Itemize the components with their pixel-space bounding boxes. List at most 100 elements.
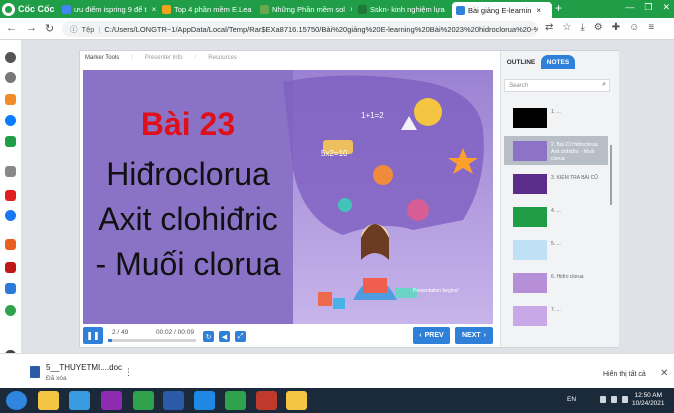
start-button-icon[interactable] (6, 391, 27, 410)
messenger-icon[interactable] (5, 115, 16, 126)
prev-button[interactable]: ‹ PREV (413, 327, 450, 344)
outline-item[interactable]: 5. ... (504, 235, 608, 264)
download-menu-icon[interactable]: ⋮ (124, 367, 133, 378)
word-taskbar-icon[interactable] (163, 391, 184, 410)
pause-button[interactable]: ❚❚ (83, 327, 103, 344)
history-icon[interactable] (5, 72, 16, 83)
menu-icon[interactable]: ≡ (648, 22, 654, 33)
news-icon[interactable] (5, 239, 16, 250)
seek-bar[interactable] (108, 339, 196, 342)
tab-1[interactable]: ưu điểm ispring 9 để t × (58, 1, 156, 17)
time-display: 00:02 / 00:09 (156, 329, 194, 336)
slide-line-1: Hiđroclorua (106, 156, 270, 192)
coccoc-taskbar-icon[interactable] (133, 391, 154, 410)
outline-item[interactable]: 6. Hiđro clorua (504, 268, 608, 297)
puzzle-icon[interactable]: ✚ (612, 22, 620, 33)
fullscreen-icon[interactable]: ⤢ (235, 331, 246, 342)
download-status: Đã xóa (46, 375, 67, 382)
youtube-icon[interactable] (5, 190, 16, 201)
address-bar: ← → ↻ ⓘ Tệp | C:/Users/LONGTR~1/AppData/… (0, 18, 674, 40)
tab-marker-tools[interactable]: Marker Tools (85, 55, 119, 61)
volume-icon[interactable]: ◀ (219, 331, 230, 342)
maximize-icon[interactable]: ❐ (644, 2, 652, 13)
outline-item[interactable]: 3. KIỂM TRA BÀI CŨ (504, 169, 608, 198)
tab-resources[interactable]: Resources (208, 55, 237, 61)
forward-arrow-icon[interactable]: → (26, 22, 37, 34)
taskbar-clock[interactable]: 12:50 AM 10/24/2021 (632, 392, 665, 408)
tab-4[interactable]: Sskn- kinh nghiệm lựa × (354, 1, 450, 17)
elearning-player: Marker Tools / Presenter Info / Resource… (79, 50, 619, 348)
minimize-icon[interactable]: — (625, 2, 634, 13)
coccoc-logo-icon (2, 2, 15, 16)
app-icon[interactable] (5, 283, 16, 294)
player-top-tabs: Marker Tools / Presenter Info / Resource… (85, 55, 237, 61)
atom-icon (338, 198, 352, 212)
close-download-bar-icon[interactable]: ✕ (660, 368, 668, 379)
bookmark-star-icon[interactable]: ☆ (562, 22, 571, 33)
book-icon (363, 278, 387, 293)
onenote-icon[interactable] (101, 391, 122, 410)
back-arrow-icon[interactable]: ← (6, 22, 17, 34)
language-indicator[interactable]: EN (567, 396, 576, 403)
tab-3[interactable]: Những Phần mềm sol × (256, 1, 352, 17)
settings-icon[interactable] (5, 52, 16, 63)
crown-icon[interactable] (5, 94, 16, 105)
network-icon[interactable] (611, 396, 617, 403)
tab-label: Top 4 phần mềm E.Lea (174, 4, 252, 14)
browser-brand[interactable]: Cốc Cốc (2, 1, 55, 17)
outline-item[interactable]: 7. ... (504, 301, 608, 330)
outline-item[interactable]: 4. ... (504, 202, 608, 231)
tab-label: Sskn- kinh nghiệm lựa (370, 4, 445, 14)
clock-date: 10/24/2021 (632, 400, 665, 407)
download-bar: 5__THUYETMI....doc Đã xóa ⋮ Hiển thị tất… (0, 353, 674, 388)
tab-outline[interactable]: OUTLINE (503, 55, 539, 69)
paint-icon[interactable] (286, 391, 307, 410)
vtv-icon[interactable] (5, 262, 16, 273)
tray-arrow-icon[interactable] (600, 396, 606, 403)
map-icon[interactable] (5, 305, 16, 316)
volume-tray-icon[interactable] (622, 396, 628, 403)
download-icon[interactable]: ⤓ (580, 22, 584, 33)
browser-tools: ⇄ ☆ ⤓ ⚙ ✚ ☺ ≡ (545, 22, 654, 33)
slide-counter: 2 / 49 (112, 329, 129, 336)
slide-thumbnail (513, 306, 547, 326)
tab-close-icon[interactable]: × (152, 5, 156, 14)
outline-item-label: 4. ... (551, 208, 561, 214)
translate-icon[interactable]: ⇄ (545, 22, 553, 33)
outline-list: 1. ... 2. Bài 23 Hiđroclorua Axit clohiđ… (501, 97, 620, 347)
new-tab-button[interactable]: + (555, 1, 562, 15)
windows-taskbar: EN 12:50 AM 10/24/2021 (0, 388, 674, 413)
winrar-icon[interactable] (256, 391, 277, 410)
tab-close-icon[interactable]: × (536, 6, 541, 15)
tab-active[interactable]: Bài giảng E-learnin × (452, 2, 552, 18)
next-button[interactable]: NEXT › (455, 327, 493, 344)
outline-scrollbar[interactable] (610, 145, 612, 205)
slide-title: Bài 23 (140, 106, 236, 142)
add-icon[interactable] (5, 166, 16, 177)
download-filename[interactable]: 5__THUYETMI....doc (46, 363, 122, 372)
show-all-link[interactable]: Hiển thị tất cả (603, 371, 646, 378)
facebook-icon[interactable] (5, 210, 16, 221)
close-window-icon[interactable]: ✕ (662, 2, 670, 13)
profile-icon[interactable]: ☺ (629, 22, 639, 33)
game-icon[interactable] (5, 136, 16, 147)
replay-icon[interactable]: ↻ (203, 331, 214, 342)
reload-icon[interactable]: ↻ (45, 22, 54, 35)
outline-item[interactable]: 1. ... (504, 103, 608, 132)
media-player-icon[interactable] (69, 391, 90, 410)
slide-thumbnail (513, 108, 547, 128)
file-explorer-icon[interactable] (38, 391, 59, 410)
outline-item-selected[interactable]: 2. Bài 23 Hiđroclorua Axit clohiđric - M… (504, 136, 608, 165)
outline-item-label: 6. Hiđro clorua (551, 274, 584, 280)
slide-thumbnail (513, 174, 547, 194)
outline-search-input[interactable]: Search ⌕ (504, 79, 610, 92)
tab-notes[interactable]: NOTES (541, 55, 575, 69)
coccoc-active-icon[interactable] (225, 391, 246, 410)
url-field[interactable]: ⓘ Tệp | C:/Users/LONGTR~1/AppData/Local/… (62, 21, 538, 37)
tab-presenter-info[interactable]: Presenter Info (145, 55, 183, 61)
info-icon: ⓘ (70, 24, 78, 34)
tab-2[interactable]: Top 4 phần mềm E.Lea × (158, 1, 254, 17)
tab-close-icon[interactable]: × (350, 5, 352, 14)
extensions-icon[interactable]: ⚙ (594, 22, 603, 33)
zalo-icon[interactable] (194, 391, 215, 410)
